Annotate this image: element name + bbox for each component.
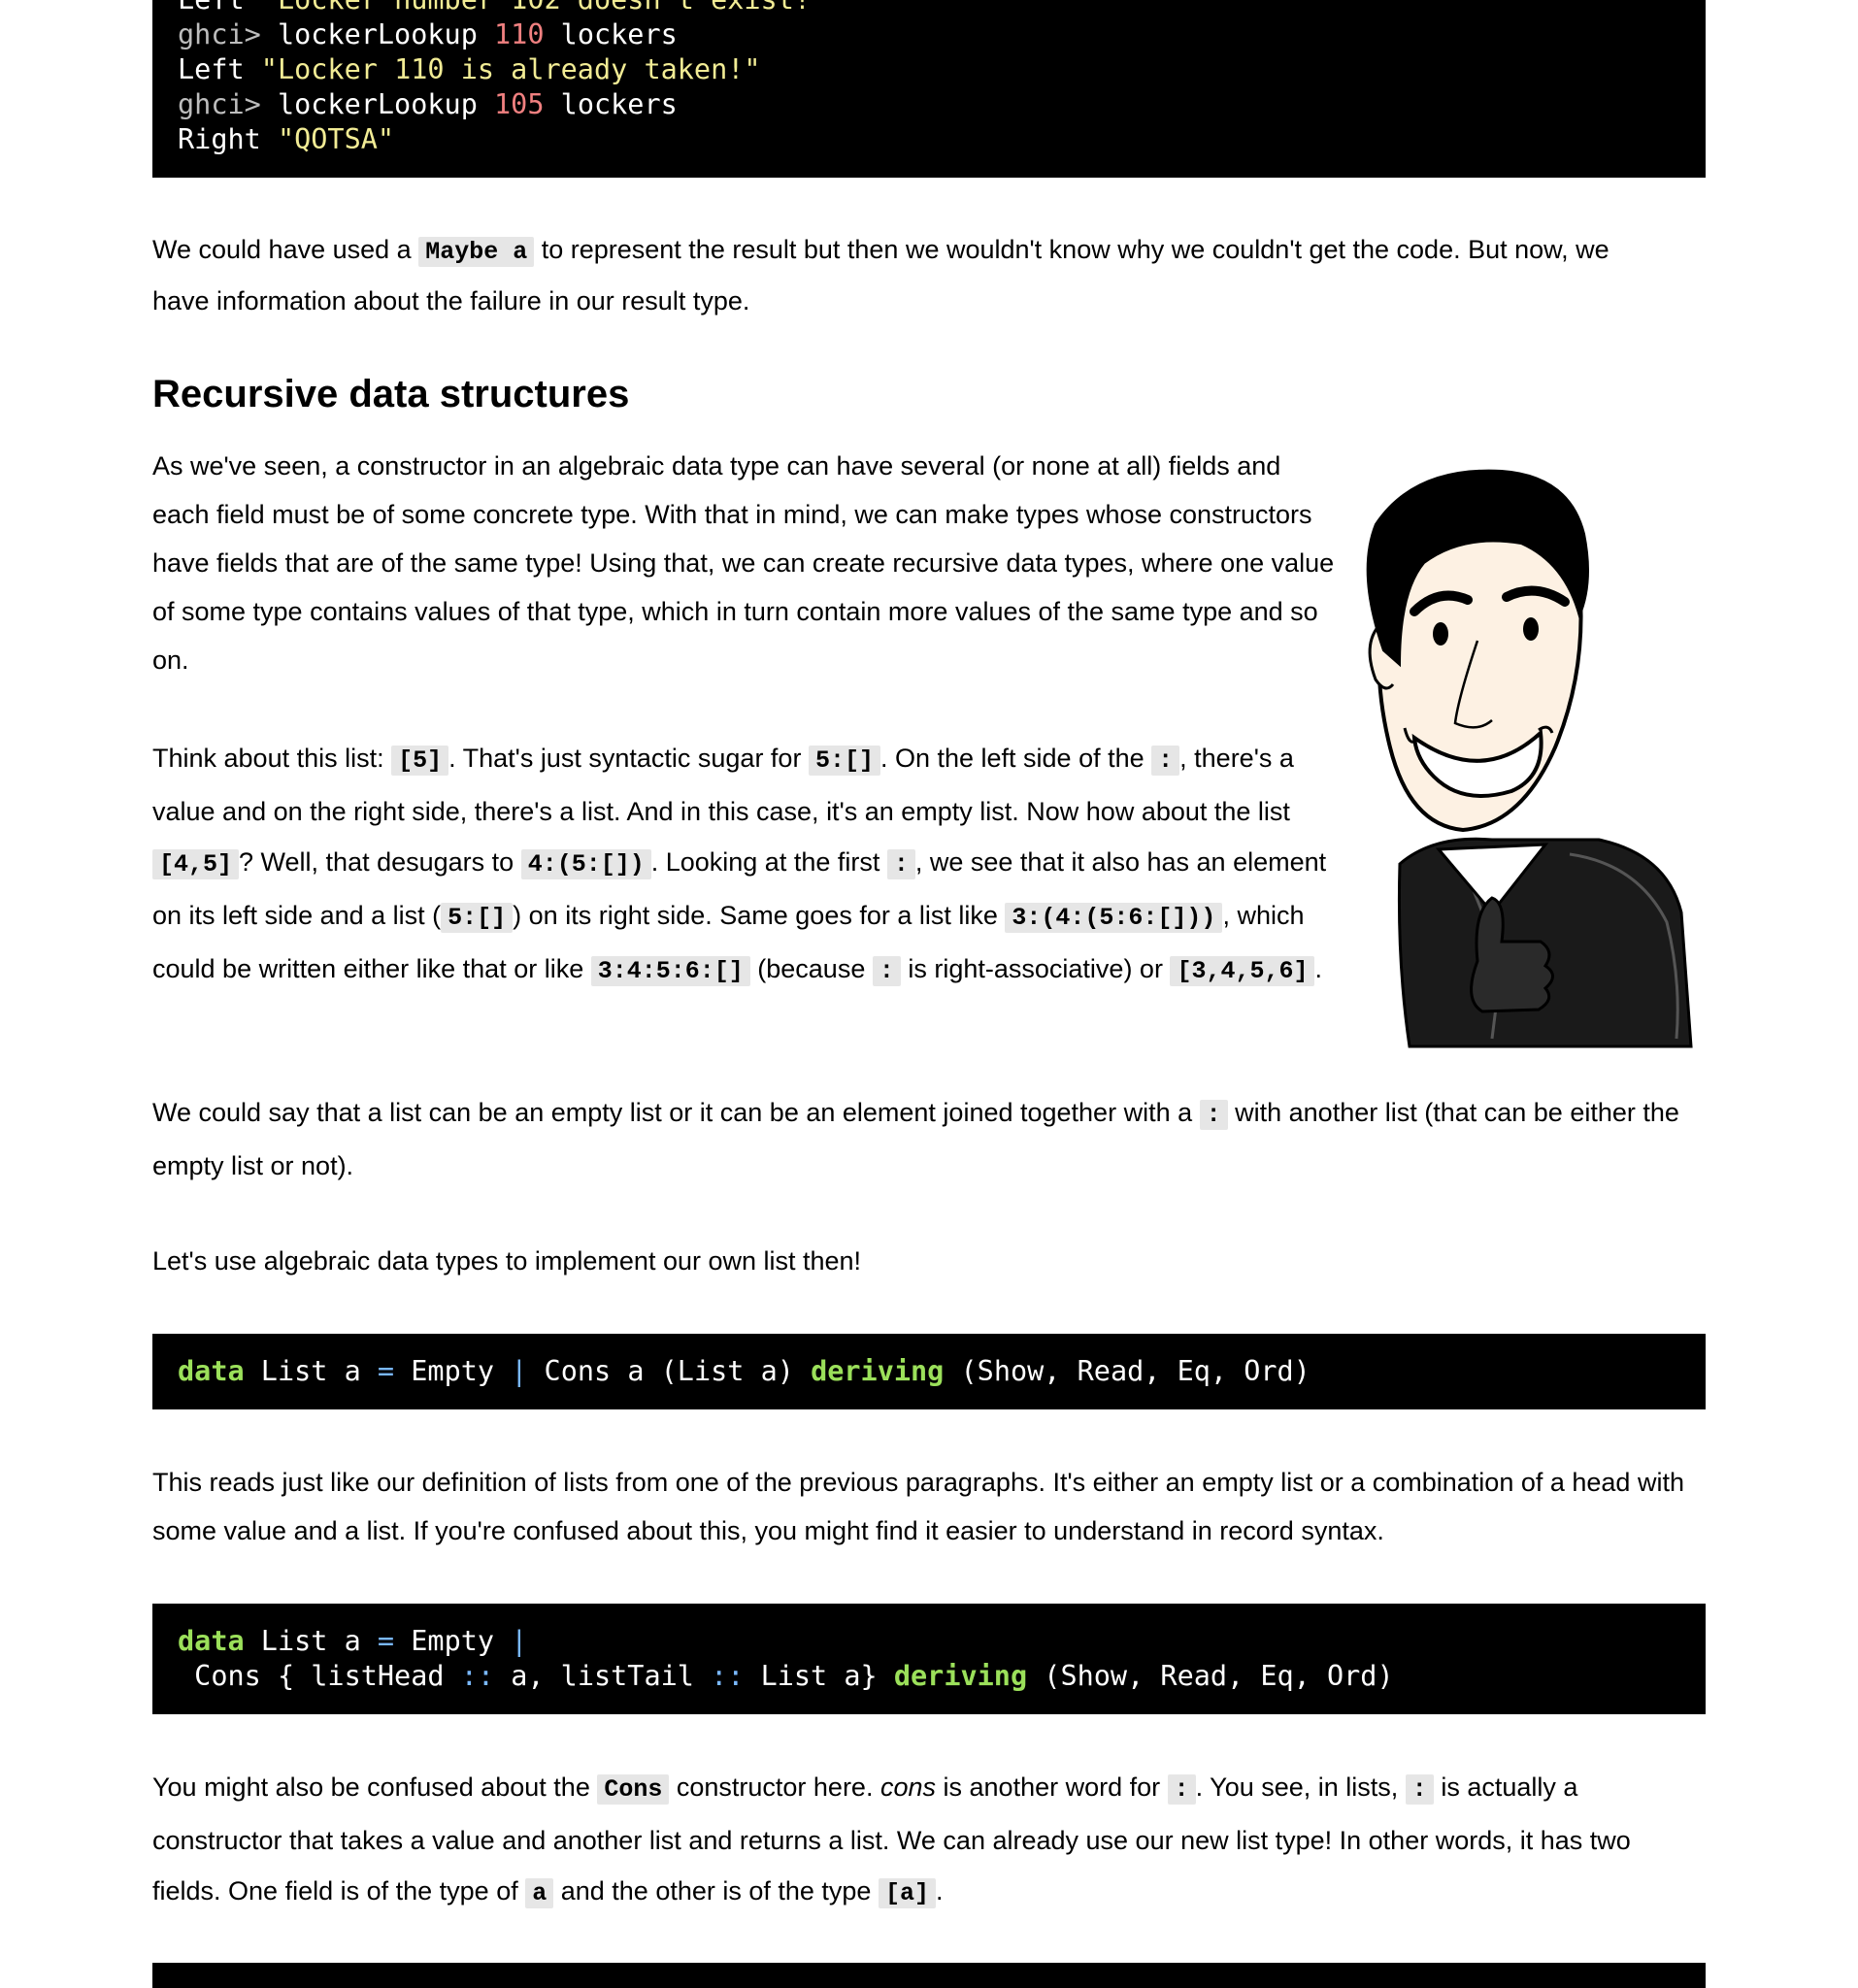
inline-code: : <box>1405 1774 1434 1805</box>
text: . <box>935 1876 944 1905</box>
paragraph-record-syntax: This reads just like our definition of l… <box>152 1468 1684 1545</box>
inline-code: a <box>525 1878 554 1908</box>
list-data-declaration-code-block: data List a = Empty | Cons a (List a) de… <box>152 1334 1706 1409</box>
text: . On the left side of the <box>879 744 1152 773</box>
inline-code: 3:(4:(5:6:[])) <box>1005 903 1223 933</box>
emphasis-text: cons <box>879 1773 937 1802</box>
code-operator: :: <box>460 1660 495 1692</box>
code-text: List a <box>244 1625 378 1657</box>
text: . Looking at the first <box>650 847 887 877</box>
inline-code: [5] <box>391 746 449 776</box>
code-text: lockerLookup <box>277 88 495 120</box>
code-text: (Show, Read, Eq, Ord) <box>1027 1660 1394 1692</box>
code-line: Right "QOTSA" <box>178 123 394 155</box>
text: You might also be confused about the <box>152 1773 598 1802</box>
paragraph-cons-explanation: You might also be confused about the Con… <box>152 1762 1706 1919</box>
code-operator: = <box>377 1355 395 1387</box>
inline-code: 3:4:5:6:[] <box>590 956 750 986</box>
code-line: ghci> lockerLookup 110 lockers <box>178 18 678 50</box>
paragraph-implement-list: Let's use algebraic data types to implem… <box>152 1246 862 1276</box>
text: (because <box>749 954 873 983</box>
code-keyword: data <box>178 1625 245 1657</box>
code-text: Left <box>178 0 261 16</box>
paragraph-list-definition: We could say that a list can be an empty… <box>152 1087 1706 1191</box>
code-text: Cons a (List a) <box>527 1355 812 1387</box>
inline-code: Maybe a <box>418 237 535 267</box>
code-text: Empty <box>394 1355 512 1387</box>
code-string: "Locker number 102 doesn't exist!" <box>261 0 827 16</box>
next-code-block <box>152 1963 1706 1988</box>
code-keyword: data <box>178 1355 245 1387</box>
inline-code: [3,4,5,6] <box>1170 956 1315 986</box>
inline-code: [4,5] <box>152 849 240 879</box>
text: constructor here. <box>669 1773 880 1802</box>
text: . That's just syntactic sugar for <box>448 744 809 773</box>
code-text: Left <box>178 53 261 85</box>
code-keyword: deriving <box>811 1355 945 1387</box>
code-text: (Show, Read, Eq, Ord) <box>944 1355 1311 1387</box>
code-text: List a <box>244 1355 378 1387</box>
code-text: lockerLookup <box>277 18 495 50</box>
code-line: Left "Locker 110 is already taken!" <box>178 53 761 85</box>
smiling-man-illustration <box>1366 469 1693 1048</box>
code-operator: = <box>377 1625 395 1657</box>
code-text: Right <box>178 123 278 155</box>
inline-code: : <box>1167 1774 1196 1805</box>
inline-code: : <box>1199 1100 1228 1130</box>
code-text: lockers <box>544 18 678 50</box>
text: and the other is of the type <box>553 1876 879 1905</box>
ghci-prompt: ghci> <box>178 18 278 50</box>
code-text: List a} <box>744 1660 894 1692</box>
inline-code: 4:(5:[]) <box>520 849 651 879</box>
code-text: a, listTail <box>494 1660 712 1692</box>
code-operator: | <box>511 1355 528 1387</box>
text: . <box>1314 954 1322 983</box>
code-keyword: deriving <box>893 1660 1028 1692</box>
code-operator: | <box>511 1625 528 1657</box>
inline-code: [a] <box>878 1878 936 1908</box>
code-text: Empty <box>394 1625 512 1657</box>
text: is another word for <box>936 1773 1168 1802</box>
code-line: ghci> lockerLookup 105 lockers <box>178 88 678 120</box>
section-heading: Recursive data structures <box>152 373 630 415</box>
code-operator: :: <box>711 1660 745 1692</box>
inline-code: : <box>886 849 915 879</box>
code-text: lockers <box>544 88 678 120</box>
text: . You see, in lists, <box>1195 1773 1406 1802</box>
inline-code: 5:[] <box>808 746 880 776</box>
ghci-output-code-block: Left "Locker number 102 doesn't exist!" … <box>152 0 1706 178</box>
text: We could say that a list can be an empty… <box>152 1098 1200 1127</box>
text: Think about this list: <box>152 744 392 773</box>
code-text: Cons { listHead <box>178 1660 461 1692</box>
inline-code: : <box>872 956 901 986</box>
text: ? Well, that desugars to <box>239 847 521 877</box>
inline-code: 5:[] <box>441 903 514 933</box>
text: is right-associative) or <box>900 954 1171 983</box>
code-number: 110 <box>494 18 545 50</box>
paragraph-recursive-intro: As we've seen, a constructor in an algeb… <box>152 451 1335 675</box>
inline-code: Cons <box>597 1774 670 1805</box>
list-record-syntax-code-block: data List a = Empty | Cons { listHead ::… <box>152 1604 1706 1714</box>
paragraph-maybe-result: We could have used a Maybe a to represen… <box>152 225 1667 325</box>
code-number: 105 <box>494 88 545 120</box>
code-string: "QOTSA" <box>277 123 395 155</box>
ghci-prompt: ghci> <box>178 88 278 120</box>
text: ) on its right side. Same goes for a lis… <box>513 901 1006 930</box>
code-line: Left "Locker number 102 doesn't exist!" <box>178 0 827 16</box>
paragraph-list-desugar: Think about this list: [5]. That's just … <box>152 733 1356 997</box>
code-string: "Locker 110 is already taken!" <box>260 53 761 85</box>
inline-code: : <box>1151 746 1180 776</box>
text: We could have used a <box>152 235 419 264</box>
